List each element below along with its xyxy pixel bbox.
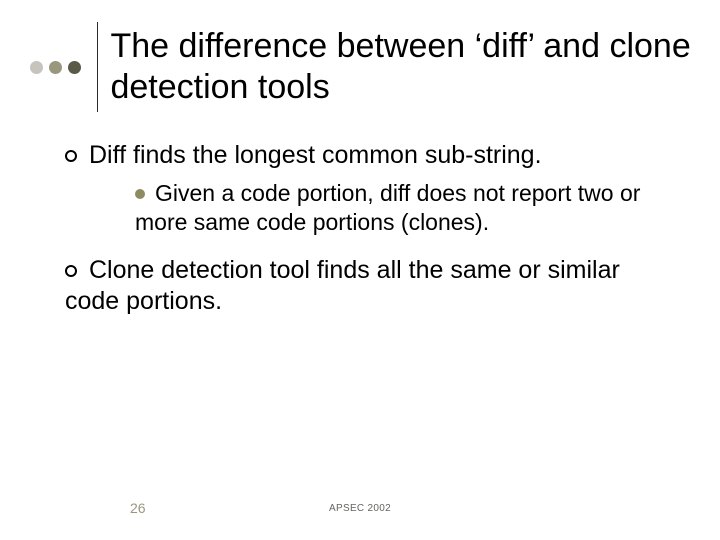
bullet-text: Diff finds the longest common sub-string… xyxy=(89,141,542,169)
bullet-text: Given a code portion, diff does not repo… xyxy=(135,180,640,235)
slide-title: The difference between ‘diff’ and clone … xyxy=(110,26,700,108)
slide-body: Diff finds the longest common sub-string… xyxy=(65,140,680,323)
conference-label: APSEC 2002 xyxy=(0,503,720,514)
dot-icon xyxy=(30,61,43,74)
title-row: The difference between ‘diff’ and clone … xyxy=(30,22,700,112)
slide-footer: 26 APSEC 2002 xyxy=(0,496,720,516)
bullet-level1: Diff finds the longest common sub-string… xyxy=(65,140,680,171)
hollow-bullet-icon xyxy=(65,265,77,277)
bullet-level1: Clone detection tool finds all the same … xyxy=(65,255,680,318)
decorative-dots xyxy=(30,61,81,74)
dot-icon xyxy=(68,61,81,74)
solid-bullet-icon xyxy=(135,189,145,199)
vertical-divider xyxy=(97,22,98,112)
bullet-level2: Given a code portion, diff does not repo… xyxy=(135,179,680,237)
hollow-bullet-icon xyxy=(65,150,77,162)
dot-icon xyxy=(49,61,62,74)
bullet-text: Clone detection tool finds all the same … xyxy=(65,256,620,315)
bullet-level2-wrap: Given a code portion, diff does not repo… xyxy=(135,179,680,237)
slide: The difference between ‘diff’ and clone … xyxy=(0,0,720,540)
